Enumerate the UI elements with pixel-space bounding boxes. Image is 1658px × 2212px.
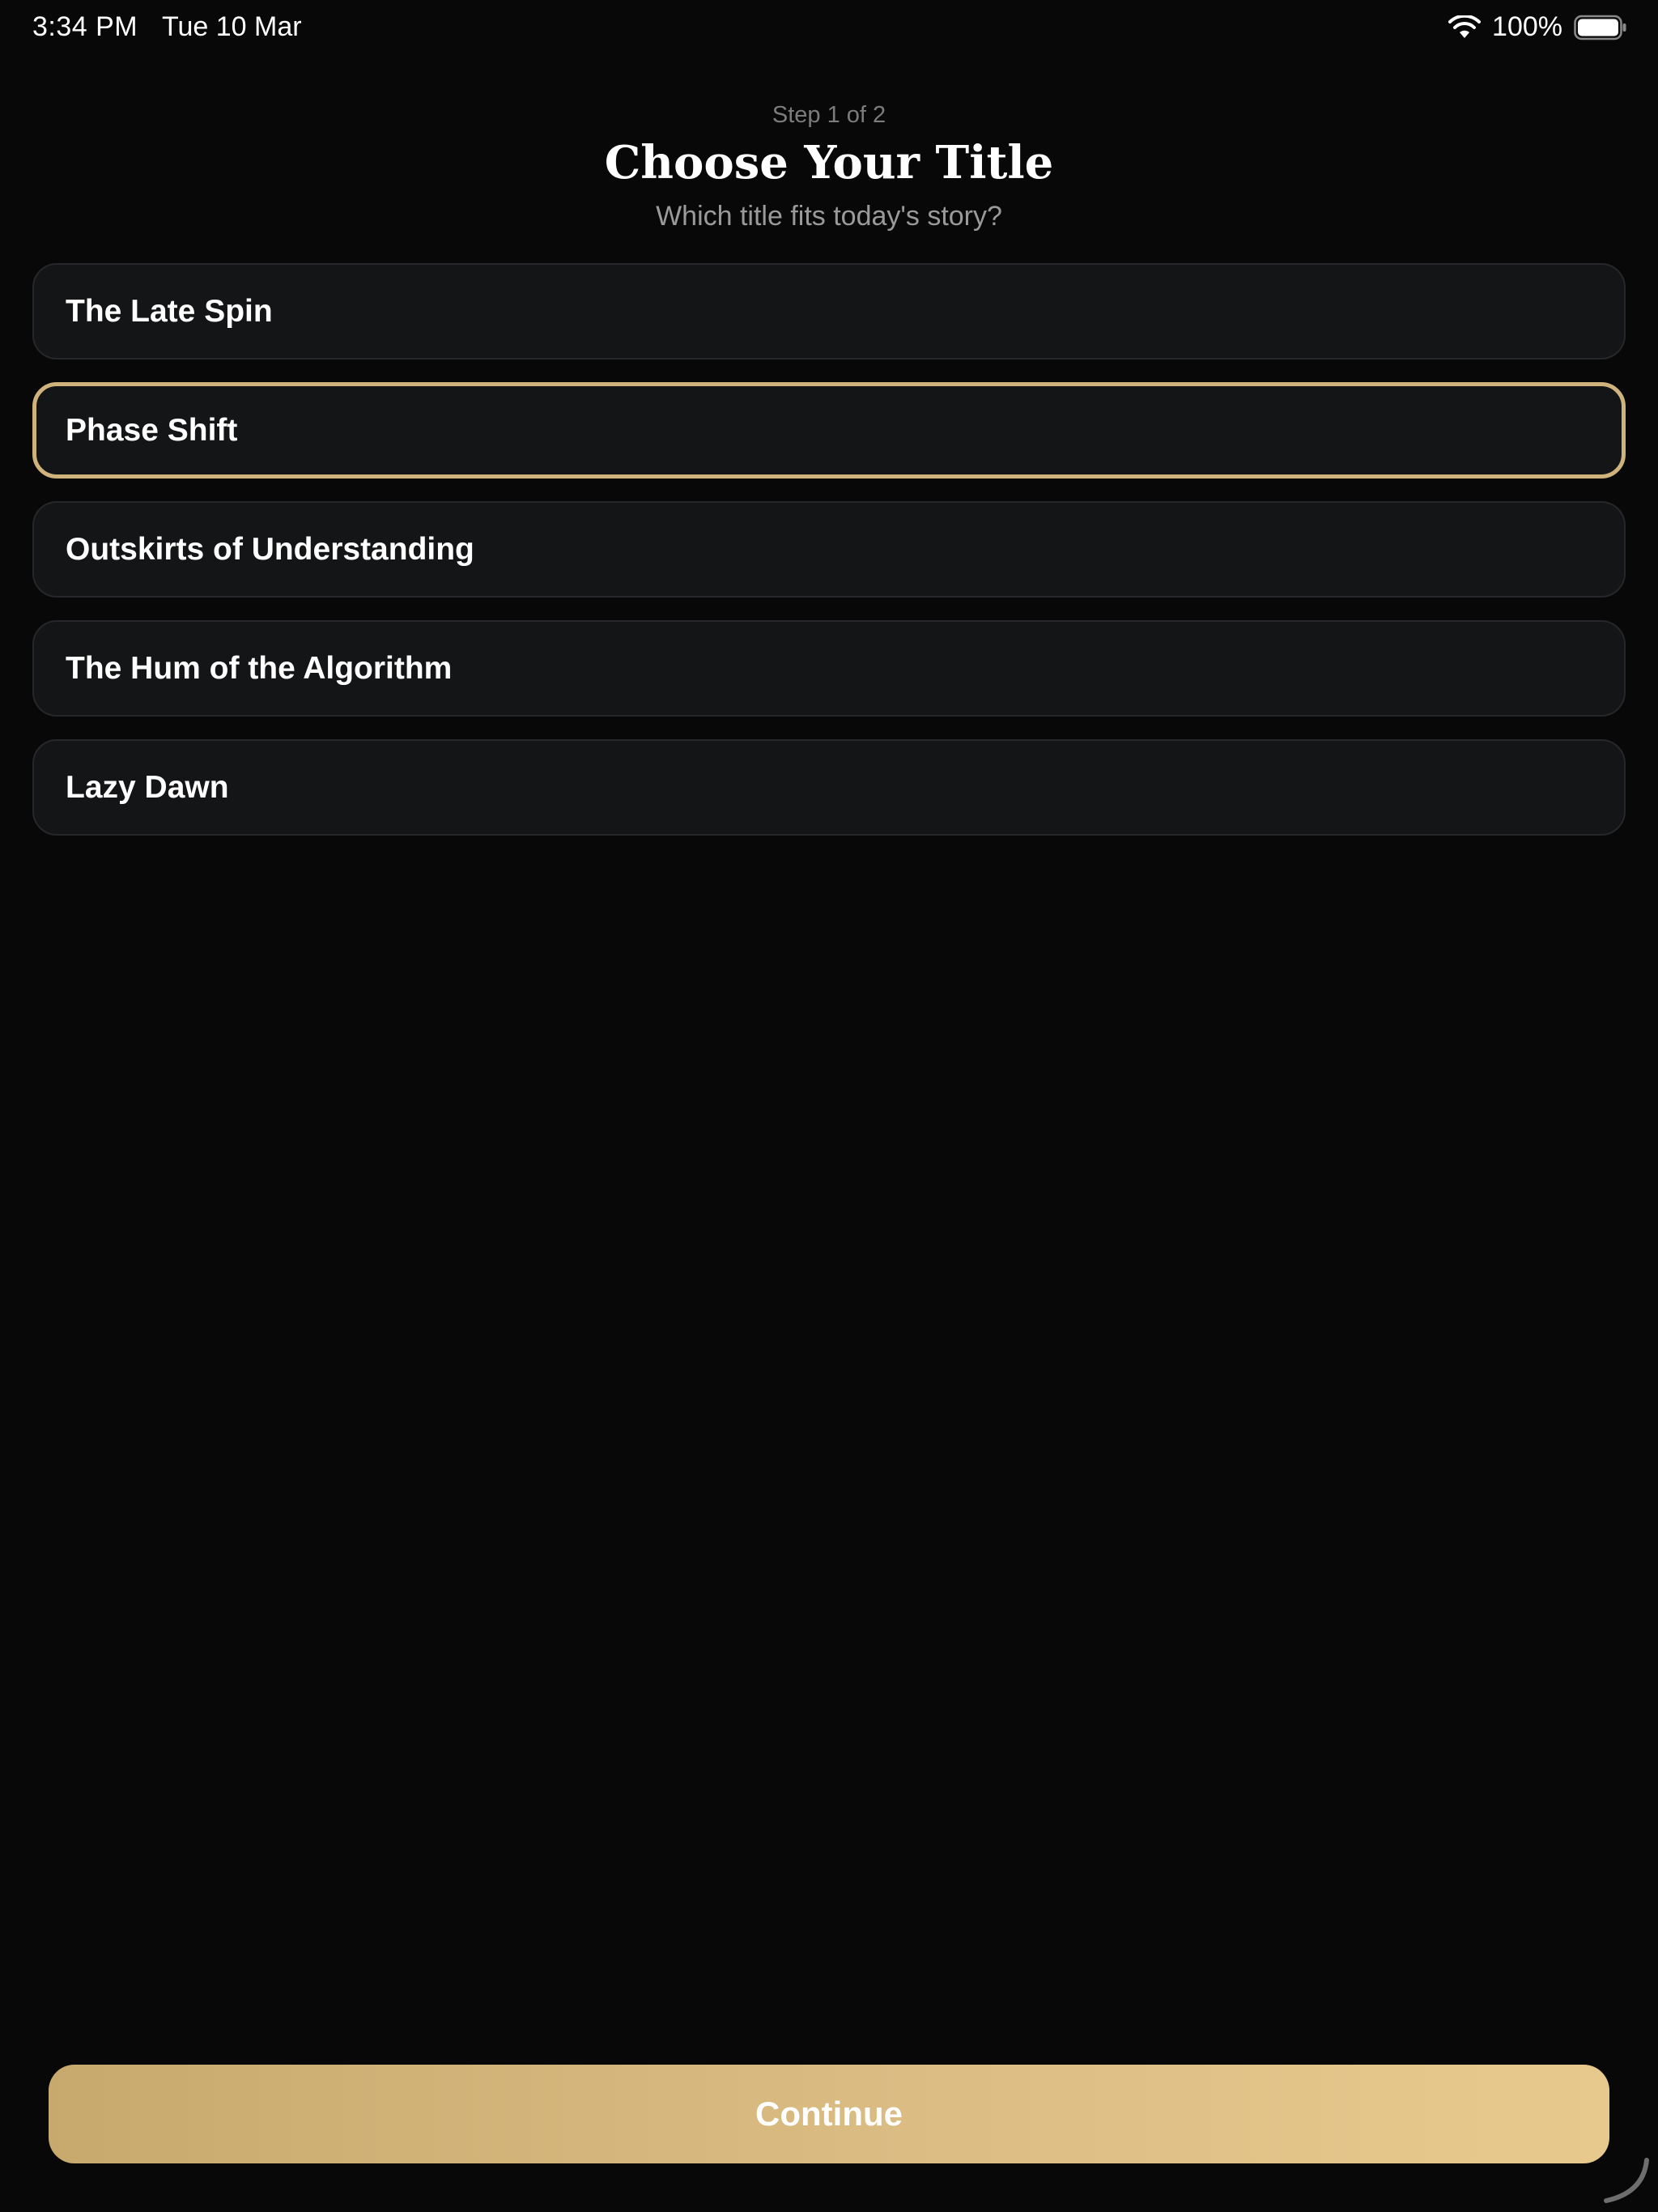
title-option-label: Lazy Dawn bbox=[66, 769, 229, 805]
step-indicator: Step 1 of 2 bbox=[772, 102, 886, 128]
title-option-label: The Late Spin bbox=[66, 293, 273, 329]
page-title: Choose Your Title bbox=[604, 136, 1054, 189]
corner-grabber-icon[interactable] bbox=[1601, 2157, 1650, 2206]
status-bar: 3:34 PM Tue 10 Mar 100% bbox=[0, 0, 1658, 58]
continue-button[interactable]: Continue bbox=[49, 2065, 1609, 2163]
title-option[interactable]: Lazy Dawn bbox=[32, 739, 1626, 836]
page-subtitle: Which title fits today's story? bbox=[656, 201, 1002, 232]
status-indicators: 100% bbox=[1448, 11, 1627, 43]
title-option-selected[interactable]: Phase Shift bbox=[32, 382, 1626, 479]
title-option-label: Outskirts of Understanding bbox=[66, 531, 474, 567]
title-option[interactable]: The Late Spin bbox=[32, 263, 1626, 359]
continue-label: Continue bbox=[755, 2095, 903, 2133]
title-options-list: The Late Spin Phase Shift Outskirts of U… bbox=[32, 263, 1626, 858]
title-option[interactable]: Outskirts of Understanding bbox=[32, 501, 1626, 598]
wifi-icon bbox=[1448, 15, 1482, 38]
title-option[interactable]: The Hum of the Algorithm bbox=[32, 620, 1626, 717]
battery-percent: 100% bbox=[1492, 11, 1562, 42]
battery-full-icon bbox=[1574, 15, 1626, 40]
status-date: Tue 10 Mar bbox=[162, 11, 302, 42]
status-time: 3:34 PM bbox=[32, 11, 138, 42]
title-option-label: The Hum of the Algorithm bbox=[66, 650, 453, 686]
title-option-label: Phase Shift bbox=[66, 412, 238, 448]
